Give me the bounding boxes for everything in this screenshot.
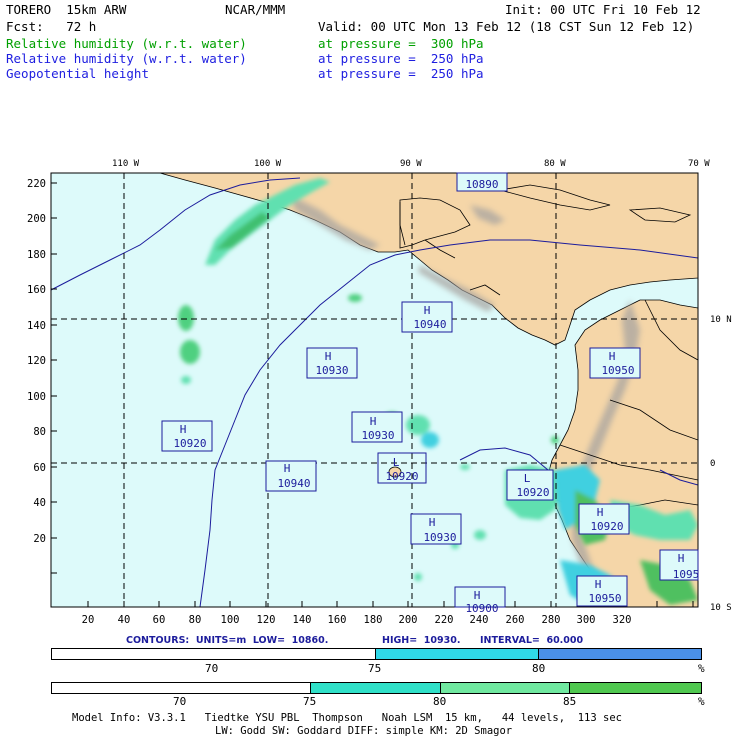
hl-value: 10930 xyxy=(423,531,456,544)
x-tick-300: 300 xyxy=(577,614,596,625)
y-tick-220: 220 xyxy=(27,178,46,190)
hl-type: H xyxy=(370,415,377,428)
hl-value: 10950 xyxy=(601,364,634,377)
legend-250-tick-70: 70 xyxy=(205,662,219,675)
hl-box-5: H 10920 xyxy=(161,420,213,452)
hl-type: L xyxy=(524,472,531,485)
hl-box-4: H 10950 xyxy=(589,347,641,379)
hl-type: H xyxy=(678,552,685,565)
legend-300-swatch-75-80 xyxy=(311,683,441,693)
x-tick-100: 100 xyxy=(221,614,240,625)
hl-value: 10940 xyxy=(277,477,310,490)
y-tick-40: 40 xyxy=(33,497,46,509)
hl-type: L xyxy=(393,456,400,469)
legend-bar-250 xyxy=(51,648,702,660)
contour-interval: INTERVAL= 60.000 xyxy=(480,635,584,646)
lon-label-70w: 70 W xyxy=(688,159,710,169)
hl-type: H xyxy=(597,506,604,519)
x-tick-200: 200 xyxy=(399,614,418,625)
hl-value: 10940 xyxy=(413,318,446,331)
hl-value: 10930 xyxy=(315,364,348,377)
lon-label-100w: 100 W xyxy=(254,159,282,169)
y-tick-120: 120 xyxy=(27,355,46,367)
x-tick-220: 220 xyxy=(435,614,454,625)
hl-box-7: H 10940 xyxy=(265,460,317,492)
x-tick-80: 80 xyxy=(189,614,202,625)
hl-type: H xyxy=(474,589,481,602)
contour-high: HIGH= 10930. xyxy=(382,635,461,646)
x-tick-320: 320 xyxy=(613,614,632,625)
hl-box-2: H 10940 xyxy=(401,301,453,333)
y-tick-100: 100 xyxy=(27,391,46,403)
hl-value: 10920 xyxy=(516,486,549,499)
x-tick-20: 20 xyxy=(82,614,95,625)
hl-type: H xyxy=(595,578,602,591)
x-tick-240: 240 xyxy=(470,614,489,625)
hl-type: H xyxy=(609,350,616,363)
hl-value: 10890 xyxy=(465,178,498,191)
hl-box-12: H 1095 xyxy=(659,549,700,581)
x-tick-260: 260 xyxy=(506,614,525,625)
x-tick-160: 160 xyxy=(328,614,347,625)
hl-value: 10920 xyxy=(173,437,206,450)
hl-type: H xyxy=(429,516,436,529)
hl-value: 10920 xyxy=(590,520,623,533)
contour-units: CONTOURS: UNITS=m LOW= 10860. xyxy=(126,635,329,646)
hl-box-10: H 10930 xyxy=(410,513,462,545)
legend-300-tick-80: 80 xyxy=(433,695,447,708)
physics-info-line: LW: Godd SW: Goddard DIFF: simple KM: 2D… xyxy=(215,725,513,737)
x-tick-40: 40 xyxy=(118,614,131,625)
y-tick-60: 60 xyxy=(33,462,46,474)
lat-label-10n: 10 N xyxy=(710,315,732,325)
legend-250-unit: % xyxy=(698,662,705,675)
hl-box-14: H 10900 xyxy=(454,586,506,615)
lon-label-90w: 90 W xyxy=(400,159,422,169)
hl-type: H xyxy=(284,462,291,475)
legend-300-swatch-80-85 xyxy=(440,683,571,693)
legend-250-swatch-above-80 xyxy=(538,649,701,659)
hl-box-1: 10890 xyxy=(456,172,508,192)
y-tick-160: 160 xyxy=(27,284,46,296)
legend-300-tick-75: 75 xyxy=(303,695,317,708)
y-tick-80: 80 xyxy=(33,426,46,438)
hl-box-13: H 10950 xyxy=(576,575,628,607)
weather-map: 110 W 100 W 90 W 80 W 70 W 10 N 0 10 S 2… xyxy=(27,159,732,625)
legend-300-swatch-above-85 xyxy=(570,683,702,693)
legend-250-swatch-below-75 xyxy=(52,649,376,659)
hl-value: 10950 xyxy=(588,592,621,605)
hl-box-9: L 10920 xyxy=(506,469,554,501)
y-tick-140: 140 xyxy=(27,320,46,332)
lon-label-110w: 110 W xyxy=(112,159,140,169)
x-tick-120: 120 xyxy=(257,614,276,625)
hl-box-11: H 10920 xyxy=(578,503,630,535)
hl-value: 1095 xyxy=(673,568,700,581)
lat-label-10s: 10 S xyxy=(710,603,732,613)
legend-250-swatch-75-80 xyxy=(376,649,539,659)
hl-type: H xyxy=(180,423,187,436)
legend-300-tick-85: 85 xyxy=(563,695,577,708)
hl-box-3: H 10930 xyxy=(306,347,358,379)
hl-value: 10900 xyxy=(465,602,498,615)
lon-label-80w: 80 W xyxy=(544,159,566,169)
hl-type: H xyxy=(325,350,332,363)
x-tick-60: 60 xyxy=(153,614,166,625)
legend-250-tick-75: 75 xyxy=(368,662,382,675)
hl-value: 10920 xyxy=(385,470,418,483)
y-tick-180: 180 xyxy=(27,249,46,261)
legend-bar-300 xyxy=(51,682,702,694)
x-tick-180: 180 xyxy=(364,614,383,625)
model-info-line: Model Info: V3.3.1 Tiedtke YSU PBL Thomp… xyxy=(72,712,622,724)
y-tick-200: 200 xyxy=(27,213,46,225)
legend-300-tick-70: 70 xyxy=(173,695,187,708)
x-tick-140: 140 xyxy=(293,614,312,625)
lat-label-0: 0 xyxy=(710,459,715,469)
legend-250-tick-80: 80 xyxy=(532,662,546,675)
hl-type: H xyxy=(424,304,431,317)
hl-box-6: H 10930 xyxy=(351,411,403,443)
legend-300-unit: % xyxy=(698,695,705,708)
legend-300-swatch-below-75 xyxy=(52,683,312,693)
y-tick-20: 20 xyxy=(33,533,46,545)
x-tick-280: 280 xyxy=(542,614,561,625)
hl-value: 10930 xyxy=(361,429,394,442)
